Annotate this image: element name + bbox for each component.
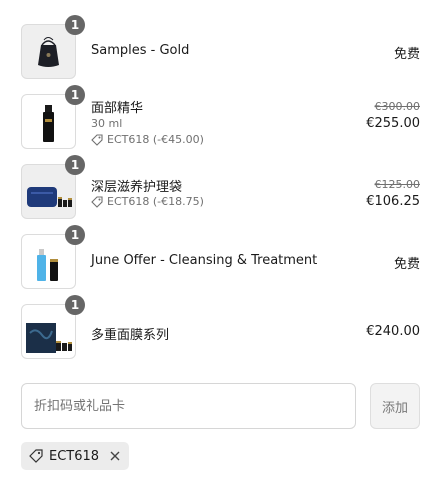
product-name: Samples - Gold <box>91 43 190 58</box>
cleansing-bottles-image <box>37 249 58 281</box>
quantity-badge: 1 <box>65 15 85 35</box>
product-price: €255.00 <box>366 116 420 131</box>
line-item: 1 June Offer - Cleansing & Treatment 免费 <box>0 225 438 290</box>
samples-pouch-image <box>38 37 59 67</box>
tag-icon <box>91 133 103 146</box>
discount-code-field[interactable] <box>21 383 356 429</box>
discount-label: ECT618 (-€45.00) <box>107 133 204 146</box>
discount-line: ECT618 (-€18.75) <box>91 195 204 208</box>
care-pouch-set-image <box>27 187 72 207</box>
product-name: 多重面膜系列 <box>91 328 170 343</box>
product-name: 面部精华 <box>91 101 144 116</box>
serum-bottle-image <box>43 105 54 142</box>
original-price: €300.00 <box>374 100 421 113</box>
product-name: June Offer - Cleansing & Treatment <box>91 253 318 268</box>
discount-line: ECT618 (-€45.00) <box>91 133 204 146</box>
product-variant: 30 ml <box>91 117 123 130</box>
product-price: 免费 <box>393 47 420 62</box>
original-price: €125.00 <box>374 178 421 191</box>
quantity-badge: 1 <box>65 295 85 315</box>
quantity-badge: 1 <box>65 155 85 175</box>
applied-discount-chip: ECT618 <box>21 442 130 470</box>
close-icon[interactable] <box>109 450 121 462</box>
quantity-badge: 1 <box>65 225 85 245</box>
product-price: 免费 <box>393 257 420 272</box>
product-price: €240.00 <box>366 324 420 339</box>
applied-discount-code: ECT618 <box>49 448 100 464</box>
product-name: 深层滋养护理袋 <box>91 180 183 195</box>
tag-icon <box>29 449 43 463</box>
product-price: €106.25 <box>366 194 420 209</box>
discount-label: ECT618 (-€18.75) <box>107 195 204 208</box>
line-item: 1 面部精华 30 ml ECT618 (-€45.00) €300.00 €2… <box>0 85 438 150</box>
line-item: 1 Samples - Gold 免费 <box>0 15 438 80</box>
quantity-badge: 1 <box>65 85 85 105</box>
mask-set-box-image <box>26 323 72 353</box>
line-item: 1 深层滋养护理袋 ECT618 (-€18.75) €125.00 €106.… <box>0 155 438 220</box>
line-item: 1 多重面膜系列 €240.00 <box>0 295 438 360</box>
tag-icon <box>91 195 103 208</box>
discount-code-input[interactable] <box>22 384 355 428</box>
apply-discount-button[interactable]: 添加 <box>370 383 420 429</box>
